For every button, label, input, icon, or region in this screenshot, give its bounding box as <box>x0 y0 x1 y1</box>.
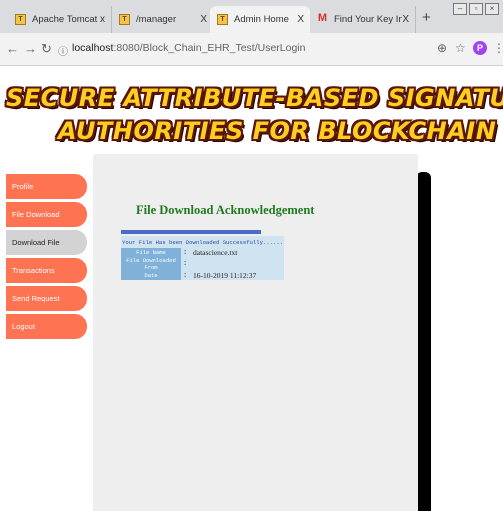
web-page: SECURE ATTRIBUTE-BASED SIGNATURE SCHEME … <box>0 66 503 511</box>
reload-icon[interactable]: ↻ <box>41 41 52 57</box>
close-tab-icon[interactable]: x <box>100 14 105 25</box>
row-colon: : <box>183 260 188 268</box>
sidebar-menu: Profile File Download Download File Tran… <box>6 174 87 342</box>
minimize-icon[interactable]: – <box>453 3 467 15</box>
sidebar-item-file-download[interactable]: File Download <box>6 202 87 227</box>
tomcat-icon: T <box>15 14 26 25</box>
row-label: Date <box>121 271 181 280</box>
window-controls: – ▫ × <box>453 3 499 15</box>
info-icon[interactable]: ⓘ <box>58 43 68 58</box>
row-colon: : <box>183 248 188 257</box>
url-path: :8080/Block_Chain_EHR_Test/UserLogin <box>113 42 306 54</box>
sidebar-item-transactions[interactable]: Transactions <box>6 258 87 283</box>
tab-find-your-key-info[interactable]: M Find Your Key Info - priya( X <box>310 6 416 33</box>
row-value-downloaded-from <box>191 257 284 271</box>
row-label: File Downloaded From <box>121 257 181 271</box>
tab-title: Admin Home <box>234 14 289 25</box>
browser-tab-bar: T Apache Tomcat x T /manager X T Admin H… <box>0 0 503 33</box>
divider <box>121 230 261 234</box>
tab-title: /manager <box>136 14 177 25</box>
table-row: Date : 16-10-2019 11:12:37 <box>121 271 284 280</box>
zoom-icon[interactable]: ⊕ <box>437 41 447 55</box>
sidebar-item-profile[interactable]: Profile <box>6 174 87 199</box>
panel-shadow <box>416 172 431 511</box>
acknowledgement-table: Your File Has been Downloaded Successful… <box>121 236 285 280</box>
tab-admin-home[interactable]: T Admin Home X <box>210 6 310 33</box>
acknowledgement-heading: File Download Acknowledgement <box>136 203 315 217</box>
tab-manager[interactable]: T /manager X <box>112 6 214 33</box>
url-host: localhost <box>72 42 114 54</box>
table-row: File Downloaded From : <box>121 257 284 271</box>
tab-apache-tomcat[interactable]: T Apache Tomcat x <box>8 6 112 33</box>
sidebar-item-download-file[interactable]: Download File <box>6 230 87 255</box>
close-tab-icon[interactable]: X <box>402 14 409 25</box>
back-icon[interactable]: ← <box>6 41 19 56</box>
close-tab-icon[interactable]: X <box>297 14 304 25</box>
new-tab-button[interactable]: + <box>422 9 431 26</box>
row-value-date: 16-10-2019 11:12:37 <box>193 271 257 280</box>
row-label: File Name <box>121 248 181 257</box>
close-tab-icon[interactable]: X <box>200 14 207 25</box>
maximize-icon[interactable]: ▫ <box>469 3 483 15</box>
bookmark-star-icon[interactable]: ☆ <box>455 41 466 55</box>
table-row: File Name : datascience.txt <box>121 248 284 257</box>
close-window-icon[interactable]: × <box>485 3 499 15</box>
sidebar-item-logout[interactable]: Logout <box>6 314 87 339</box>
page-title-line-2: AUTHORITIES FOR BLOCKCHAIN IN EHR SYSTEM… <box>58 117 503 145</box>
tab-title: Find Your Key Info - priya( <box>334 14 402 25</box>
menu-kebab-icon[interactable]: ⋮ <box>493 41 503 55</box>
page-title-line-1: SECURE ATTRIBUTE-BASED SIGNATURE SCHEME … <box>6 84 503 112</box>
row-value-file-name: datascience.txt <box>193 248 238 257</box>
success-message: Your File Has been Downloaded Successful… <box>122 239 284 246</box>
forward-icon[interactable]: → <box>24 41 37 56</box>
profile-avatar[interactable]: P <box>473 41 487 55</box>
row-colon: : <box>183 271 188 280</box>
tomcat-icon: T <box>119 14 130 25</box>
sidebar-item-send-request[interactable]: Send Request <box>6 286 87 311</box>
tomcat-icon: T <box>217 14 228 25</box>
url-field[interactable]: localhost:8080/Block_Chain_EHR_Test/User… <box>72 42 305 54</box>
tab-title: Apache Tomcat <box>32 14 98 25</box>
address-bar: ← → ↻ ⓘ localhost:8080/Block_Chain_EHR_T… <box>0 33 503 66</box>
gmail-icon: M <box>317 12 328 24</box>
